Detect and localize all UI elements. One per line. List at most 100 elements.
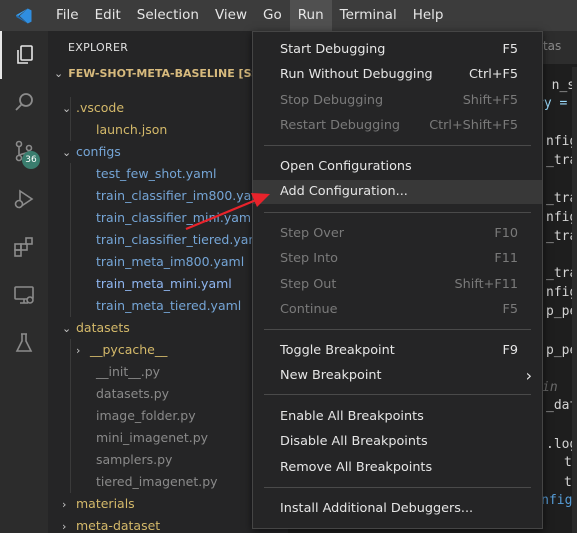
menu-item-label: Continue <box>280 302 338 317</box>
menu-item-label: Install Additional Debuggers... <box>280 501 474 516</box>
tree-file[interactable]: train_classifier_tiered.yaml <box>76 229 264 251</box>
menu-terminal[interactable]: Terminal <box>332 0 405 31</box>
run-menu: Start Debugging F5 Run Without Debugging Ct… <box>252 31 543 529</box>
run-menu-enable-all-breakpoints[interactable]: Enable All Breakpoints <box>253 405 542 429</box>
run-menu-step-over[interactable]: Step Over F10 <box>253 222 542 246</box>
run-menu-run-without-debugging[interactable]: Run Without Debugging Ctrl+F5 <box>253 63 542 87</box>
menu-item-shortcut: Ctrl+F5 <box>469 67 518 82</box>
search-icon[interactable] <box>0 79 48 127</box>
run-menu-step-out[interactable]: Step Out Shift+F11 <box>253 273 542 297</box>
tree-file[interactable]: samplers.py <box>76 449 172 471</box>
tree-item-label: test_few_shot.yaml <box>96 166 217 181</box>
tree-file[interactable]: __init__.py <box>76 361 160 383</box>
menu-item-shortcut: Shift+F5 <box>462 93 518 108</box>
menu-item-shortcut: F5 <box>502 302 518 317</box>
tree-item-label: train_meta_im800.yaml <box>96 254 245 269</box>
tree-item-label: meta-dataset <box>76 518 161 533</box>
tree-item-label: datasets.py <box>96 386 170 401</box>
run-menu-restart-debugging[interactable]: Restart Debugging Ctrl+Shift+F5 <box>253 114 542 138</box>
tree-file[interactable]: datasets.py <box>76 383 169 405</box>
chevron-down-icon: ⌄ <box>62 102 72 115</box>
run-menu-remove-all-breakpoints[interactable]: Remove All Breakpoints <box>253 456 542 480</box>
menu-item-shortcut: F11 <box>494 251 518 266</box>
tree-item-label: configs <box>76 144 121 159</box>
menu-file[interactable]: File <box>48 0 87 31</box>
tree-item-label: datasets <box>76 320 130 335</box>
tree-file[interactable]: train_meta_tiered.yaml <box>76 295 241 317</box>
chevron-right-icon: › <box>76 344 81 357</box>
run-menu-start-debugging[interactable]: Start Debugging F5 <box>253 38 542 62</box>
menu-run[interactable]: Run <box>289 0 332 31</box>
run-menu-continue[interactable]: Continue F5 <box>253 298 542 322</box>
tree-file[interactable]: mini_imagenet.py <box>76 427 208 449</box>
tree-item-label: __pycache__ <box>90 342 168 357</box>
menu-item-label: Add Configuration... <box>280 184 408 199</box>
run-menu-new-breakpoint[interactable]: New Breakpoint › <box>253 364 542 388</box>
menu-item-label: Stop Debugging <box>280 93 384 108</box>
run-menu-toggle-breakpoint[interactable]: Toggle Breakpoint F9 <box>253 339 542 363</box>
tree-file[interactable]: train_meta_im800.yaml <box>76 251 244 273</box>
tree-folder[interactable]: ⌄ .vscode <box>62 97 124 119</box>
tree-folder[interactable]: › materials <box>62 493 135 515</box>
menu-item-label: Disable All Breakpoints <box>280 434 428 449</box>
chevron-right-icon: › <box>62 520 67 533</box>
menu-view[interactable]: View <box>207 0 255 31</box>
menu-edit[interactable]: Edit <box>87 0 129 31</box>
menu-item-label: Remove All Breakpoints <box>280 460 433 475</box>
menu-item-label: Step Into <box>280 251 338 266</box>
tree-folder[interactable]: › meta-dataset <box>62 515 160 533</box>
tree-item-label: train_classifier_mini.yaml <box>96 210 255 225</box>
menu-item-label: New Breakpoint <box>280 368 382 383</box>
tree-folder[interactable]: ⌄ datasets <box>62 317 130 339</box>
run-menu-open-configurations[interactable]: Open Configurations <box>253 155 542 179</box>
tree-file[interactable]: train_classifier_mini.yaml <box>76 207 255 229</box>
chevron-down-icon: ⌄ <box>62 146 72 159</box>
run-debug-icon[interactable] <box>0 175 48 223</box>
menu-go[interactable]: Go <box>255 0 290 31</box>
tree-item-label: materials <box>76 496 135 511</box>
menu-item-shortcut: F10 <box>494 226 518 241</box>
menu-item-label: Run Without Debugging <box>280 67 433 82</box>
menu-item-shortcut: F9 <box>502 343 518 358</box>
menu-item-label: Restart Debugging <box>280 118 401 133</box>
editor-scrollbar[interactable] <box>572 67 577 533</box>
menu-separator <box>264 394 531 395</box>
menu-bar: File Edit Selection View Go Run Terminal Help <box>0 0 577 31</box>
tree-item-label: train_meta_tiered.yaml <box>96 298 242 313</box>
menu-item-label: Step Out <box>280 277 337 292</box>
tree-file[interactable]: image_folder.py <box>76 405 196 427</box>
menu-separator <box>264 329 531 330</box>
tree-file[interactable]: tiered_imagenet.py <box>76 471 218 493</box>
menu-separator <box>264 145 531 146</box>
tree-item-label: launch.json <box>96 122 168 137</box>
workspace-header[interactable]: ⌄ FEW-SHOT-META-BASELINE [SSH: 2 <box>54 67 284 80</box>
menu-selection[interactable]: Selection <box>129 0 207 31</box>
run-menu-stop-debugging[interactable]: Stop Debugging Shift+F5 <box>253 89 542 113</box>
tree-file[interactable]: launch.json <box>76 119 167 141</box>
menu-help[interactable]: Help <box>405 0 452 31</box>
explorer-icon[interactable] <box>0 31 48 79</box>
tree-item-label: train_classifier_im800.yaml <box>96 188 267 203</box>
tree-item-label: mini_imagenet.py <box>96 430 209 445</box>
source-control-icon[interactable] <box>0 127 48 175</box>
menu-item-label: Step Over <box>280 226 344 241</box>
tree-file[interactable]: train_classifier_im800.yaml <box>76 185 267 207</box>
testing-flask-icon[interactable] <box>0 319 48 367</box>
menu-item-label: Enable All Breakpoints <box>280 409 424 424</box>
explorer-title: EXPLORER <box>68 41 129 54</box>
tree-item-label: tiered_imagenet.py <box>96 474 218 489</box>
menu-separator <box>264 487 531 488</box>
run-menu-step-into[interactable]: Step Into F11 <box>253 247 542 271</box>
run-menu-install-additional-debuggers[interactable]: Install Additional Debuggers... <box>253 497 542 521</box>
tree-file[interactable]: train_meta_mini.yaml <box>76 273 232 295</box>
tree-file[interactable]: test_few_shot.yaml <box>76 163 216 185</box>
remote-explorer-icon[interactable] <box>0 271 48 319</box>
menu-separator <box>264 212 531 213</box>
run-menu-add-configuration[interactable]: Add Configuration... <box>253 180 542 204</box>
chevron-down-icon: ⌄ <box>62 322 72 335</box>
tree-folder[interactable]: ⌄ configs <box>62 141 121 163</box>
menu-item-label: Open Configurations <box>280 159 412 174</box>
extensions-icon[interactable] <box>0 223 48 271</box>
run-menu-disable-all-breakpoints[interactable]: Disable All Breakpoints <box>253 430 542 454</box>
tree-folder[interactable]: › __pycache__ <box>76 339 167 361</box>
